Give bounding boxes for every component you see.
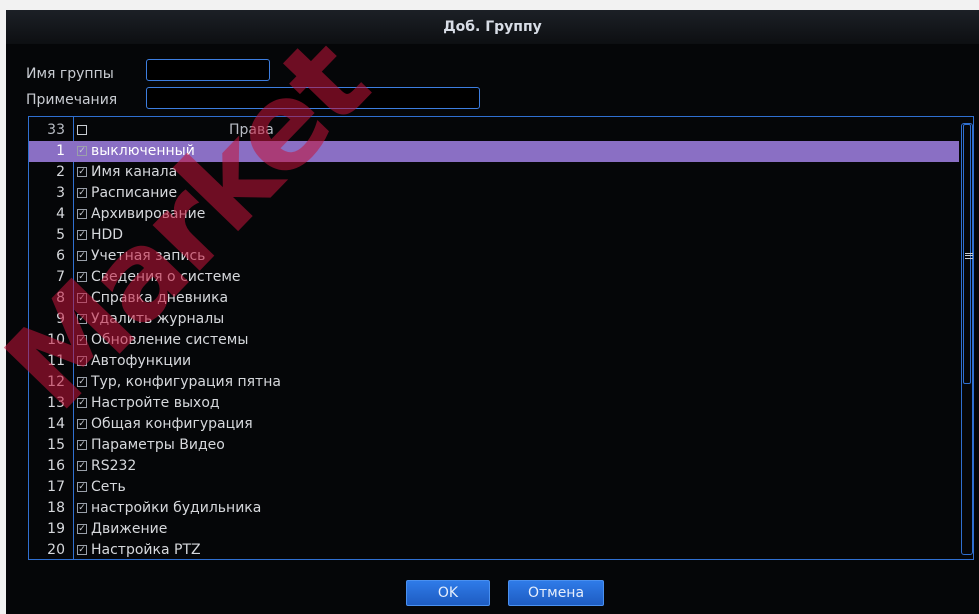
group-name-label: Имя группы <box>26 66 114 82</box>
right-label: Движение <box>91 521 168 537</box>
dialog-title: Доб. Группу <box>6 10 979 44</box>
rights-count: 33 <box>47 122 65 138</box>
checkbox-icon[interactable]: ✓ <box>77 377 87 387</box>
right-label: Параметры Видео <box>91 437 225 453</box>
right-label: настройки будильника <box>91 500 262 516</box>
row-number: 1 <box>56 143 65 159</box>
row-number: 3 <box>56 185 65 201</box>
right-label: Тур, конфигурация пятна <box>91 374 281 390</box>
list-item[interactable]: 19 ✓ Движение <box>29 519 959 540</box>
checkbox-icon[interactable]: ✓ <box>77 188 87 198</box>
row-number: 12 <box>47 374 65 390</box>
checkbox-icon[interactable]: ✓ <box>77 545 87 555</box>
right-label: Настройте выход <box>91 395 220 411</box>
row-number: 10 <box>47 332 65 348</box>
right-label: Настройка PTZ <box>91 542 201 558</box>
scrollbar-thumb[interactable] <box>963 124 973 384</box>
select-all-checkbox-icon[interactable] <box>77 125 87 135</box>
list-item[interactable]: 13 ✓ Настройте выход <box>29 393 959 414</box>
list-item[interactable]: 6 ✓ Учетная запись <box>29 246 959 267</box>
checkbox-icon[interactable]: ✓ <box>77 503 87 513</box>
row-number: 2 <box>56 164 65 180</box>
row-number: 4 <box>56 206 65 222</box>
right-label: Сведения о системе <box>91 269 241 285</box>
checkbox-icon[interactable]: ✓ <box>77 419 87 429</box>
list-item[interactable]: 11 ✓ Автофункции <box>29 351 959 372</box>
checkbox-icon[interactable]: ✓ <box>77 524 87 534</box>
list-header: 33 Права <box>29 120 959 141</box>
row-number: 18 <box>47 500 65 516</box>
row-number: 14 <box>47 416 65 432</box>
checkbox-icon[interactable]: ✓ <box>77 482 87 492</box>
right-label: Общая конфигурация <box>91 416 253 432</box>
notes-label: Примечания <box>26 92 118 108</box>
right-label: Удалить журналы <box>91 311 225 327</box>
list-item[interactable]: 12 ✓ Тур, конфигурация пятна <box>29 372 959 393</box>
rights-column-header: Права <box>229 122 274 138</box>
rights-list: 33 Права 1 ✓ выключенный 2 ✓ Имя канала 3 ✓ Расп… <box>28 116 974 560</box>
checkbox-icon[interactable]: ✓ <box>77 146 87 156</box>
scrollbar[interactable] <box>961 123 973 555</box>
right-label: HDD <box>91 227 124 243</box>
add-group-dialog: Доб. Группу Имя группы Примечания 33 Пра… <box>6 10 979 614</box>
list-item[interactable]: 9 ✓ Удалить журналы <box>29 309 959 330</box>
row-number: 9 <box>56 311 65 327</box>
right-label: Сеть <box>91 479 126 495</box>
row-number: 6 <box>56 248 65 264</box>
row-number: 13 <box>47 395 65 411</box>
list-item[interactable]: 20 ✓ Настройка PTZ <box>29 540 959 559</box>
cancel-button[interactable]: Отмена <box>508 580 604 606</box>
right-label: Расписание <box>91 185 178 201</box>
checkbox-icon[interactable]: ✓ <box>77 356 87 366</box>
list-item[interactable]: 16 ✓ RS232 <box>29 456 959 477</box>
right-label: Обновление системы <box>91 332 249 348</box>
notes-input[interactable] <box>146 87 480 109</box>
list-item[interactable]: 3 ✓ Расписание <box>29 183 959 204</box>
right-label: Справка дневника <box>91 290 229 306</box>
right-label: Автофункции <box>91 353 192 369</box>
checkbox-icon[interactable]: ✓ <box>77 230 87 240</box>
ok-button[interactable]: OK <box>406 580 490 606</box>
list-item[interactable]: 2 ✓ Имя канала <box>29 162 959 183</box>
checkbox-icon[interactable]: ✓ <box>77 293 87 303</box>
checkbox-icon[interactable]: ✓ <box>77 272 87 282</box>
row-number: 19 <box>47 521 65 537</box>
row-number: 7 <box>56 269 65 285</box>
checkbox-icon[interactable]: ✓ <box>77 314 87 324</box>
checkbox-icon[interactable]: ✓ <box>77 209 87 219</box>
right-label: RS232 <box>91 458 137 474</box>
group-name-input[interactable] <box>146 59 270 81</box>
right-label: Имя канала <box>91 164 178 180</box>
scroll-grip-icon <box>965 253 973 259</box>
list-item[interactable]: 8 ✓ Справка дневника <box>29 288 959 309</box>
row-number: 20 <box>47 542 65 558</box>
checkbox-icon[interactable]: ✓ <box>77 440 87 450</box>
list-item[interactable]: 10 ✓ Обновление системы <box>29 330 959 351</box>
row-number: 8 <box>56 290 65 306</box>
right-label: Учетная запись <box>91 248 206 264</box>
right-label: Архивирование <box>91 206 206 222</box>
list-item[interactable]: 5 ✓ HDD <box>29 225 959 246</box>
list-item[interactable]: 1 ✓ выключенный <box>29 141 959 162</box>
list-item[interactable]: 18 ✓ настройки будильника <box>29 498 959 519</box>
row-number: 5 <box>56 227 65 243</box>
checkbox-icon[interactable]: ✓ <box>77 461 87 471</box>
right-label: выключенный <box>91 143 195 159</box>
list-item[interactable]: 7 ✓ Сведения о системе <box>29 267 959 288</box>
row-number: 15 <box>47 437 65 453</box>
checkbox-icon[interactable]: ✓ <box>77 251 87 261</box>
row-number: 16 <box>47 458 65 474</box>
list-item[interactable]: 15 ✓ Параметры Видео <box>29 435 959 456</box>
checkbox-icon[interactable]: ✓ <box>77 335 87 345</box>
checkbox-icon[interactable]: ✓ <box>77 398 87 408</box>
list-item[interactable]: 14 ✓ Общая конфигурация <box>29 414 959 435</box>
list-item[interactable]: 17 ✓ Сеть <box>29 477 959 498</box>
list-item[interactable]: 4 ✓ Архивирование <box>29 204 959 225</box>
row-number: 17 <box>47 479 65 495</box>
row-number: 11 <box>47 353 65 369</box>
checkbox-icon[interactable]: ✓ <box>77 167 87 177</box>
